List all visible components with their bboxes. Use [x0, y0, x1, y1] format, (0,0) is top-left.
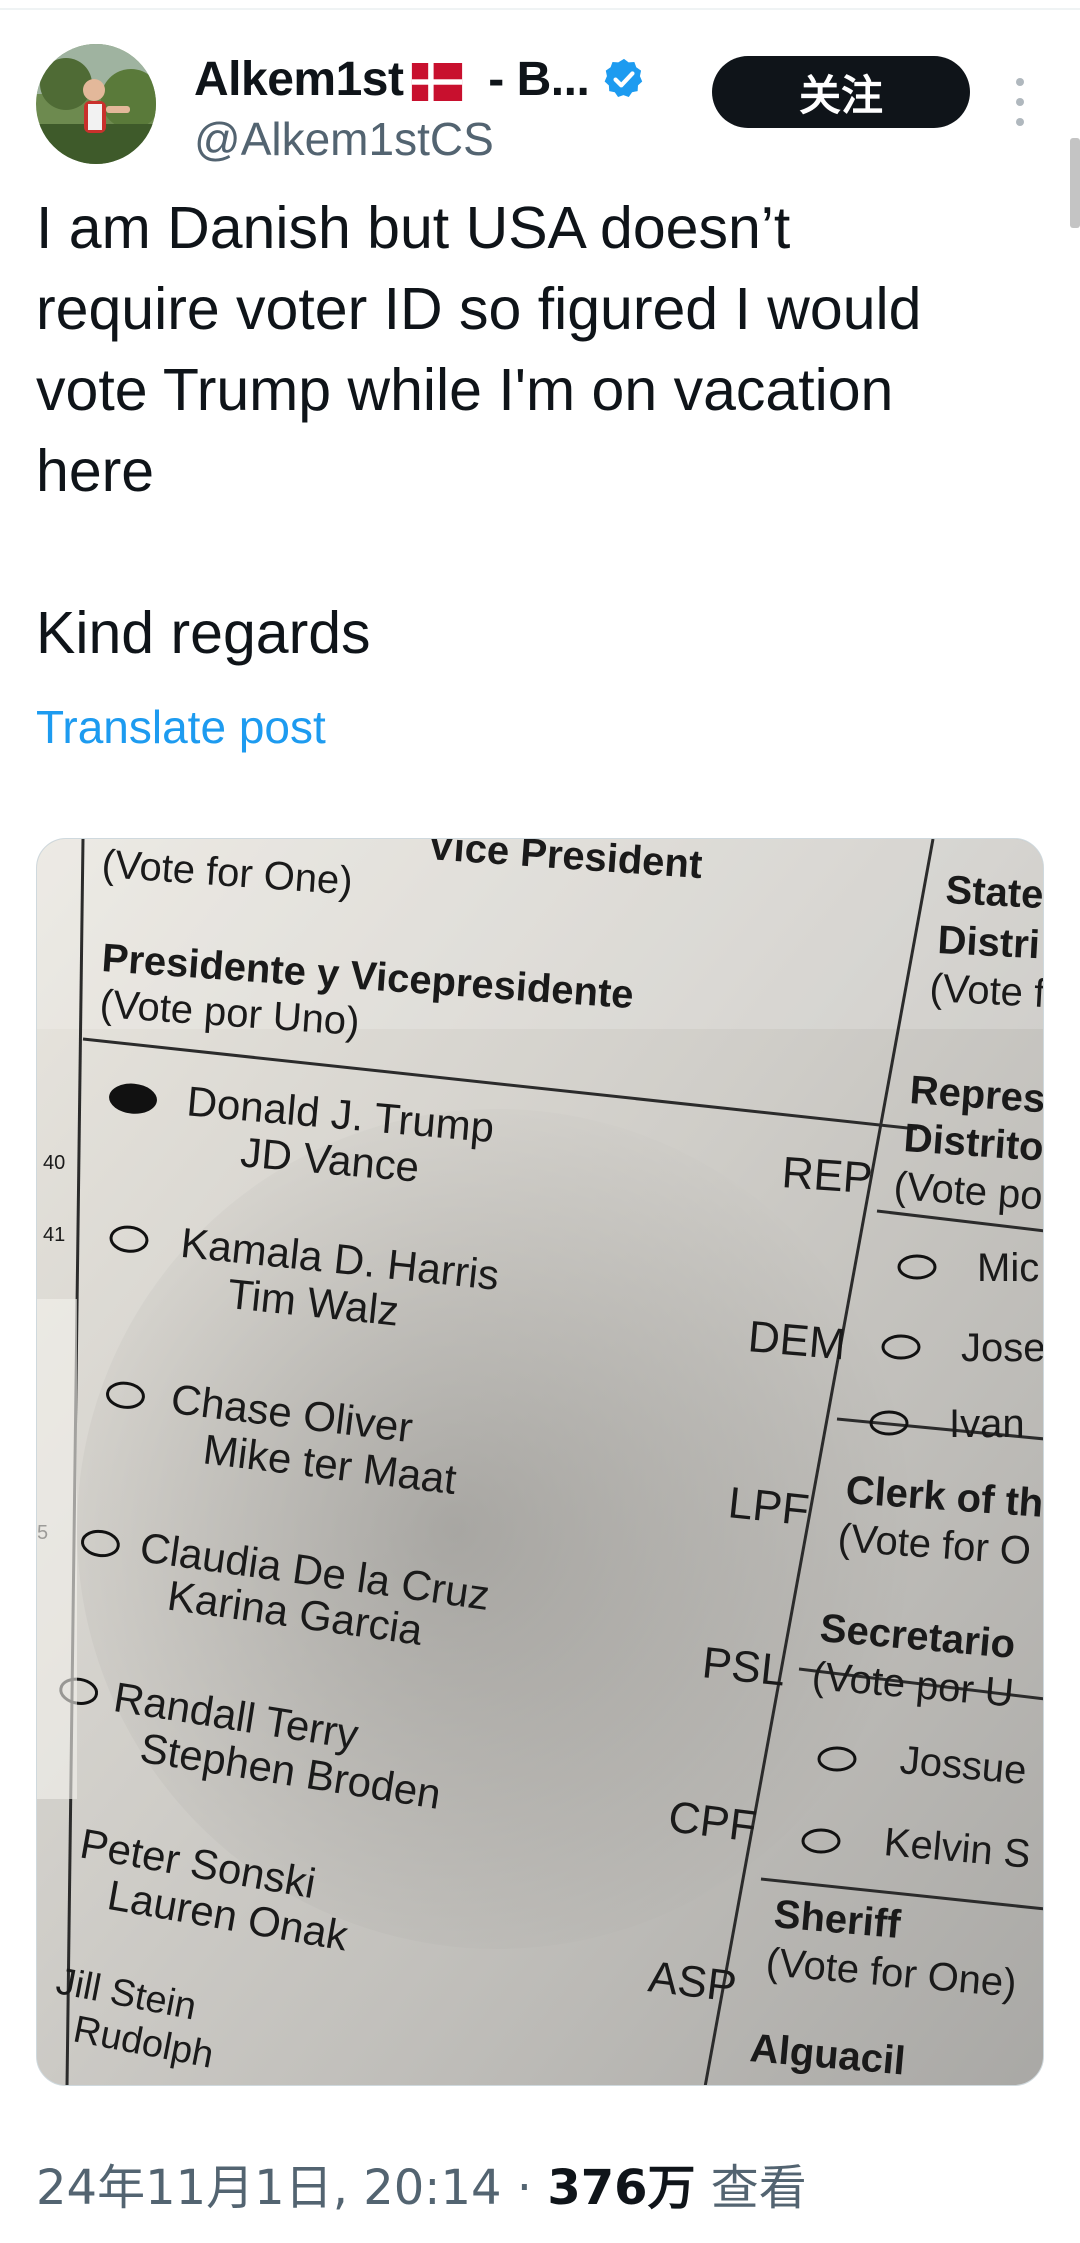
candidate-party: DEM — [746, 1312, 848, 1369]
post-header: Alkem1st - B... @Alkem1stCS 关注 — [36, 44, 1056, 166]
ballot-row-number: 40 — [43, 1152, 65, 1174]
candidate-party: PSL — [700, 1638, 788, 1695]
finger-edge — [37, 1299, 77, 1799]
candidate-party: REP — [780, 1148, 874, 1203]
more-options-icon[interactable] — [1010, 72, 1030, 132]
author-display-name[interactable]: Alkem1st - B... — [194, 52, 590, 107]
post-meta: 24年11月1日, 20:14 · 376万 查看 — [36, 2148, 807, 2218]
views-count[interactable]: 376万 — [547, 2160, 695, 2216]
post-image-ballot[interactable]: (Vote for One) Vice President Presidente… — [36, 838, 1044, 2086]
translate-post-link[interactable]: Translate post — [36, 700, 326, 754]
meta-separator: · — [501, 2160, 548, 2216]
right-col-candidate: Jose — [961, 1326, 1044, 1370]
post-text: I am Danish but USA doesn’t require vote… — [36, 195, 922, 666]
follow-button[interactable]: 关注 — [712, 56, 970, 128]
candidate-party: LPF — [726, 1478, 811, 1535]
verified-badge-icon[interactable] — [601, 56, 647, 102]
right-col-text: State — [945, 868, 1044, 917]
views-label: 查看 — [695, 2160, 807, 2216]
denmark-flag-icon — [412, 62, 463, 101]
post-timestamp[interactable]: 24年11月1日, 20:14 — [36, 2160, 502, 2216]
right-col-text: (Vote f — [929, 966, 1044, 1016]
scrollbar-thumb[interactable] — [1070, 138, 1080, 228]
top-divider — [0, 8, 1080, 10]
right-col-candidate: Mic — [977, 1246, 1039, 1290]
right-col-text: Distri — [937, 918, 1041, 967]
ballot-row-number: 41 — [43, 1224, 65, 1246]
right-col-candidate: Ivan — [949, 1402, 1025, 1446]
author-info[interactable]: Alkem1st - B... @Alkem1stCS — [194, 46, 714, 166]
author-avatar[interactable] — [36, 44, 156, 164]
author-handle[interactable]: @Alkem1stCS — [194, 112, 714, 166]
